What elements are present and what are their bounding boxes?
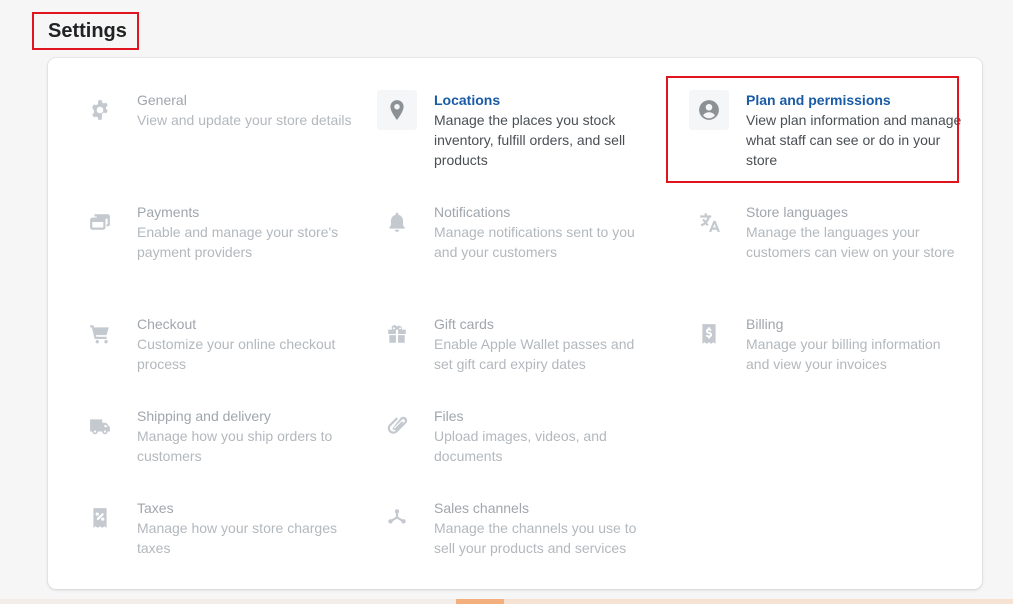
settings-item-title: Checkout	[137, 316, 197, 332]
settings-item-description: Upload images, videos, and documents	[434, 428, 607, 464]
settings-item-title: Billing	[746, 316, 784, 332]
bell-icon	[377, 202, 417, 242]
settings-item-description: View and update your store details	[137, 112, 352, 128]
settings-item-title: General	[137, 92, 187, 108]
settings-item-title: Notifications	[434, 204, 511, 220]
billing-receipt-icon	[689, 314, 729, 354]
page-title: Settings	[32, 12, 139, 50]
tax-receipt-icon	[80, 498, 120, 538]
truck-icon	[80, 406, 120, 446]
bottom-strip	[0, 599, 1013, 604]
settings-item-title: Sales channels	[434, 500, 529, 516]
settings-item-description: Enable Apple Wallet passes and set gift …	[434, 336, 635, 372]
paperclip-icon	[377, 406, 417, 446]
settings-item-description: Manage notifications sent to you and you…	[434, 224, 635, 260]
settings-item-title: Files	[434, 408, 464, 424]
settings-item-description: Customize your online checkout process	[137, 336, 336, 372]
settings-item-title: Payments	[137, 204, 200, 220]
translate-icon	[689, 202, 729, 242]
gear-icon	[80, 90, 120, 130]
settings-item-description: Manage your billing information and view…	[746, 336, 941, 372]
settings-item-description: Manage how your store charges taxes	[137, 520, 337, 556]
settings-card: General View and update your store detai…	[48, 58, 982, 589]
settings-item-title: Gift cards	[434, 316, 494, 332]
sales-channels-icon	[377, 498, 417, 538]
settings-item-description: Manage the channels you use to sell your…	[434, 520, 637, 556]
location-pin-icon	[377, 90, 417, 130]
settings-item-title: Taxes	[137, 500, 174, 516]
user-circle-icon	[689, 90, 729, 130]
settings-item-description: View plan information and manage what st…	[746, 112, 962, 168]
settings-item-title: Plan and permissions	[746, 92, 891, 108]
settings-item-title: Locations	[434, 92, 501, 108]
gift-icon	[377, 314, 417, 354]
settings-item-description: Manage the languages your customers can …	[746, 224, 955, 260]
bottom-strip-accent	[456, 599, 504, 604]
settings-item-description: Enable and manage your store's payment p…	[137, 224, 339, 260]
settings-item-title: Store languages	[746, 204, 848, 220]
cart-icon	[80, 314, 120, 354]
settings-item-title: Shipping and delivery	[137, 408, 271, 424]
settings-item-description: Manage the places you stock inventory, f…	[434, 112, 626, 168]
settings-item-description: Manage how you ship orders to customers	[137, 428, 333, 464]
credit-card-icon	[80, 202, 120, 242]
